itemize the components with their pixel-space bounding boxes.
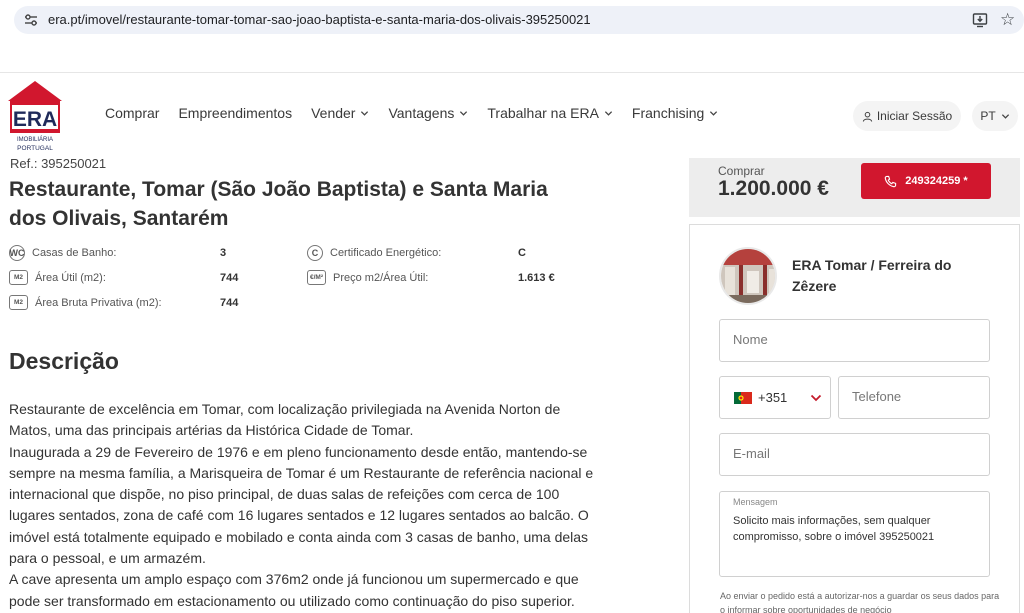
logo-text: ERA <box>13 108 57 131</box>
agency-photo <box>719 247 777 305</box>
nav-empreendimentos[interactable]: Empreendimentos <box>178 105 292 121</box>
nav-vender[interactable]: Vender <box>311 105 369 121</box>
nav-label: Franchising <box>631 105 705 121</box>
message-textarea[interactable]: Mensagem Solicito mais informações, sem … <box>719 491 990 577</box>
description-paragraph: Restaurante de excelência em Tomar, com … <box>9 401 561 439</box>
nav-comprar[interactable]: Comprar <box>105 105 159 121</box>
chevron-down-icon <box>361 110 369 116</box>
login-button[interactable]: Iniciar Sessão <box>853 101 961 131</box>
login-label: Iniciar Sessão <box>876 109 953 123</box>
feature-useful-area: M2 Área Útil (m2): <box>9 270 106 285</box>
install-app-icon[interactable] <box>972 12 988 28</box>
feature-label: Área Bruta Privativa (m2): <box>35 296 162 309</box>
area-m2-icon: M2 <box>9 295 28 310</box>
restaurant-photo-icon <box>721 249 775 303</box>
site-settings-icon[interactable] <box>24 13 38 27</box>
name-input[interactable]: Nome <box>719 319 990 362</box>
description-text: Restaurante de excelência em Tomar, com … <box>9 399 599 612</box>
chevron-down-icon <box>1001 113 1009 119</box>
nav-label: Trabalhar na ERA <box>487 105 599 121</box>
feature-value: 744 <box>220 272 239 284</box>
energy-certificate-icon: C <box>307 245 323 261</box>
feature-value: 744 <box>220 297 239 309</box>
feature-energy-certificate: C Certificado Energético: <box>307 245 441 261</box>
message-label: Mensagem <box>733 497 778 507</box>
browser-toolbar: era.pt/imovel/restaurante-tomar-tomar-sa… <box>0 0 1024 40</box>
agency-name: ERA Tomar / Ferreira do Zêzere <box>792 257 952 294</box>
nav-label: Comprar <box>105 105 160 121</box>
language-selector[interactable]: PT <box>972 101 1018 131</box>
message-text: Solicito mais informações, sem qualquer … <box>733 515 935 543</box>
phone-input[interactable]: Telefone <box>838 376 990 419</box>
email-input[interactable]: E-mail <box>719 433 990 476</box>
nav-label: Vender <box>311 105 356 121</box>
feature-label: Área Útil (m2): <box>35 271 106 284</box>
bookmark-star-icon[interactable]: ☆ <box>1000 10 1015 30</box>
language-label: PT <box>980 109 996 123</box>
nav-label: Empreendimentos <box>178 105 293 121</box>
feature-value: C <box>518 247 526 259</box>
feature-price-per-m2: €/M² Preço m2/Área Útil: <box>307 270 428 285</box>
property-ref: Ref.: 395250021 <box>10 156 107 171</box>
name-placeholder: Nome <box>733 332 768 347</box>
feature-gross-area: M2 Área Bruta Privativa (m2): <box>9 295 162 310</box>
chevron-down-icon <box>460 110 468 116</box>
url-text[interactable]: era.pt/imovel/restaurante-tomar-tomar-sa… <box>48 12 591 27</box>
feature-value: 3 <box>220 247 227 259</box>
price-box: Comprar 1.200.000 € 249324259 * <box>689 158 1020 217</box>
feature-label: Certificado Energético: <box>330 247 442 259</box>
area-m2-icon: M2 <box>9 270 28 285</box>
property-title: Restaurante, Tomar (São João Baptista) e… <box>9 178 548 230</box>
nav-vantagens[interactable]: Vantagens <box>388 105 468 121</box>
phone-icon <box>885 175 897 187</box>
contact-form: ERA Tomar / Ferreira do Zêzere Nome +351… <box>689 224 1020 613</box>
email-placeholder: E-mail <box>733 446 770 461</box>
nav-label: Vantagens <box>388 105 455 121</box>
price-label: Comprar <box>718 164 765 178</box>
chevron-down-icon <box>810 394 822 402</box>
site-header: ERA IMOBILIÁRIA PORTUGAL Comprar Empreen… <box>0 72 1024 158</box>
country-code: +351 <box>758 390 788 405</box>
nav-franchising[interactable]: Franchising <box>632 105 718 121</box>
feature-label: Preço m2/Área Útil: <box>333 271 429 284</box>
chevron-down-icon <box>604 110 613 116</box>
feature-bathrooms: WC Casas de Banho: <box>9 245 116 261</box>
description-paragraph: A cave apresenta um amplo espaço com 376… <box>9 571 579 609</box>
feature-value: 1.613 € <box>518 272 555 284</box>
country-code-select[interactable]: +351 <box>719 376 831 419</box>
era-logo[interactable]: ERA IMOBILIÁRIA PORTUGAL <box>8 79 62 153</box>
price-per-m2-icon: €/M² <box>307 270 326 285</box>
call-button[interactable]: 249324259 * <box>861 163 991 199</box>
phone-number: 249324259 * <box>905 175 968 187</box>
logo-subtext-1: IMOBILIÁRIA <box>17 136 53 143</box>
portugal-flag-icon <box>734 392 752 404</box>
description-heading: Descrição <box>9 348 119 374</box>
price-value: 1.200.000 € <box>718 177 829 200</box>
address-bar[interactable]: era.pt/imovel/restaurante-tomar-tomar-sa… <box>14 6 1024 34</box>
consent-text: Ao enviar o pedido está a autorizar-nos … <box>720 591 1000 613</box>
chevron-down-icon <box>710 110 718 116</box>
phone-placeholder: Telefone <box>852 389 902 404</box>
feature-label: Casas de Banho: <box>32 247 117 259</box>
logo-subtext-2: PORTUGAL <box>17 145 53 152</box>
main-nav: Comprar Empreendimentos Vender Vantagens… <box>105 105 737 121</box>
wc-icon: WC <box>9 245 25 261</box>
description-paragraph: Inaugurada a 29 de Fevereiro de 1976 e e… <box>9 443 594 567</box>
nav-trabalhar[interactable]: Trabalhar na ERA <box>487 105 613 121</box>
user-icon <box>862 111 872 122</box>
